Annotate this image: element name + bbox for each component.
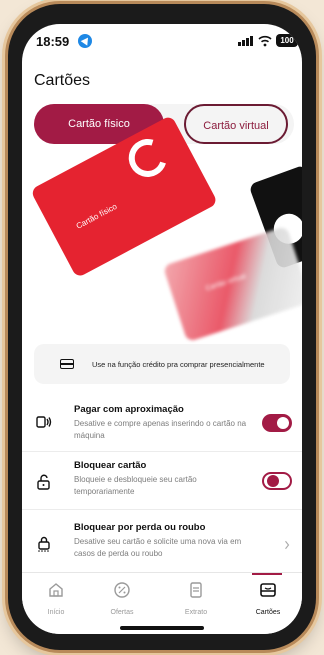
virtual-card-label: Cartão virtual — [205, 273, 247, 293]
setting-row-lost-stolen[interactable]: Bloquear por perda ou roubo Desative seu… — [22, 518, 302, 568]
setting-row-block-card: Bloquear cartão Bloqueie e desbloqueie s… — [22, 454, 302, 510]
signal-icon — [238, 36, 253, 46]
chevron-right-icon — [285, 540, 290, 550]
home-indicator — [120, 626, 204, 630]
nav-label: Cartões — [255, 609, 281, 616]
nav-ofertas[interactable]: Ofertas — [94, 581, 150, 619]
toggle-knob — [277, 417, 289, 429]
lost-stolen-desc: Desative seu cartão e solicite uma nova … — [74, 537, 242, 558]
physical-card-logo — [122, 132, 174, 184]
offers-icon — [114, 582, 130, 598]
nav-cartoes[interactable]: Cartões — [240, 581, 296, 619]
credit-card-icon — [60, 359, 74, 369]
setting-row-contactless: Pagar com aproximação Desative e compre … — [22, 396, 302, 452]
credit-info-box: Use na função crédito pra comprar presen… — [34, 344, 290, 384]
nav-label: Extrato — [184, 609, 208, 616]
bottom-navigation: Início Ofertas Extrato Cartões — [22, 572, 302, 634]
cards-illustration: Cartão físico **** 3932 Cartão virtual — [22, 114, 302, 343]
virtual-card-image[interactable]: Cartão virtual — [162, 225, 302, 343]
physical-card-number: **** 3932 — [138, 232, 168, 252]
lock-icon — [38, 536, 50, 552]
location-icon — [78, 34, 92, 48]
lost-stolen-title: Bloquear por perda ou roubo — [74, 522, 206, 533]
block-card-toggle[interactable] — [262, 472, 292, 490]
page-title: Cartões — [34, 72, 91, 89]
battery-indicator: 100 — [276, 34, 298, 47]
nav-label: Início — [47, 609, 65, 616]
block-card-title: Bloquear cartão — [74, 460, 147, 471]
unlock-icon — [37, 474, 50, 490]
statement-icon — [190, 582, 202, 598]
nav-extrato[interactable]: Extrato — [168, 581, 224, 619]
contactless-toggle[interactable] — [262, 414, 292, 432]
status-bar: 18:59 100 — [22, 24, 302, 64]
credit-info-text: Use na função crédito pra comprar presen… — [92, 360, 265, 369]
cards-icon — [260, 583, 276, 597]
nav-inicio[interactable]: Início — [28, 581, 84, 619]
active-tab-indicator — [252, 573, 282, 575]
home-icon — [49, 583, 63, 597]
contactless-desc: Desative e compre apenas inserindo o car… — [74, 419, 247, 440]
phone-screen: 18:59 100 Cartões Cartão físico Cartão v… — [22, 24, 302, 634]
status-time: 18:59 — [36, 34, 70, 49]
contactless-title: Pagar com aproximação — [74, 404, 184, 415]
block-card-desc: Bloqueie e desbloqueie seu cartão tempor… — [74, 475, 197, 496]
contactless-icon — [36, 416, 52, 428]
nav-label: Ofertas — [110, 609, 134, 616]
tab-cartao-virtual[interactable]: Cartão virtual — [184, 104, 288, 144]
wifi-icon — [258, 35, 272, 47]
physical-card-label: Cartão físico — [74, 201, 119, 231]
toggle-knob — [267, 475, 279, 487]
